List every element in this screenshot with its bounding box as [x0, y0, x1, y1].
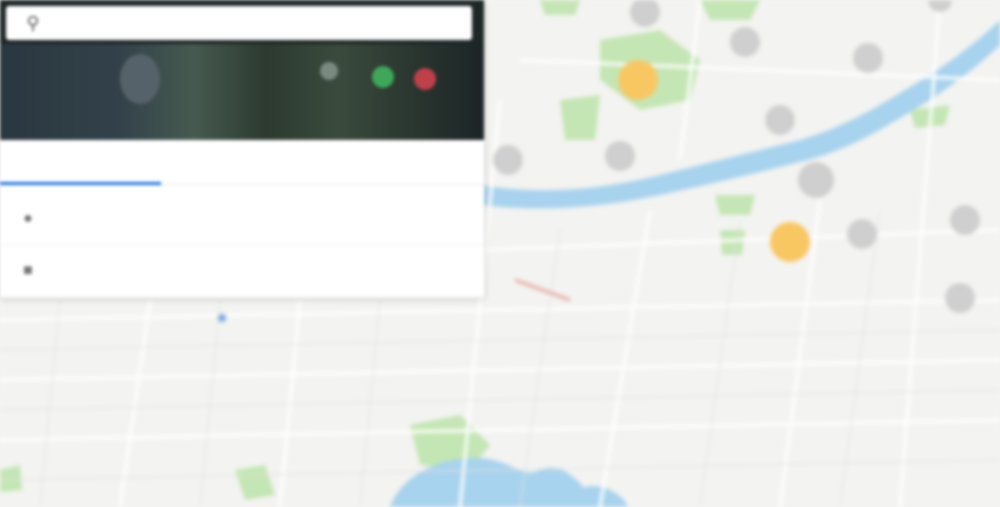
- tab-3[interactable]: [323, 140, 484, 184]
- search-bar[interactable]: ⚲: [6, 6, 472, 40]
- building-icon: ■: [23, 262, 33, 279]
- result-item[interactable]: ●: [0, 194, 484, 245]
- place-header: ⚲: [0, 0, 484, 140]
- header-caption: [0, 108, 484, 134]
- side-panel: ⚲ ● ■: [0, 0, 484, 298]
- tab-bar: [0, 140, 484, 185]
- search-icon[interactable]: ⚲: [18, 8, 48, 38]
- tab-1[interactable]: [0, 140, 162, 185]
- pin-icon: ●: [23, 210, 33, 227]
- tab-2[interactable]: [161, 140, 322, 184]
- result-item[interactable]: ■: [0, 246, 484, 297]
- search-input[interactable]: [68, 14, 472, 32]
